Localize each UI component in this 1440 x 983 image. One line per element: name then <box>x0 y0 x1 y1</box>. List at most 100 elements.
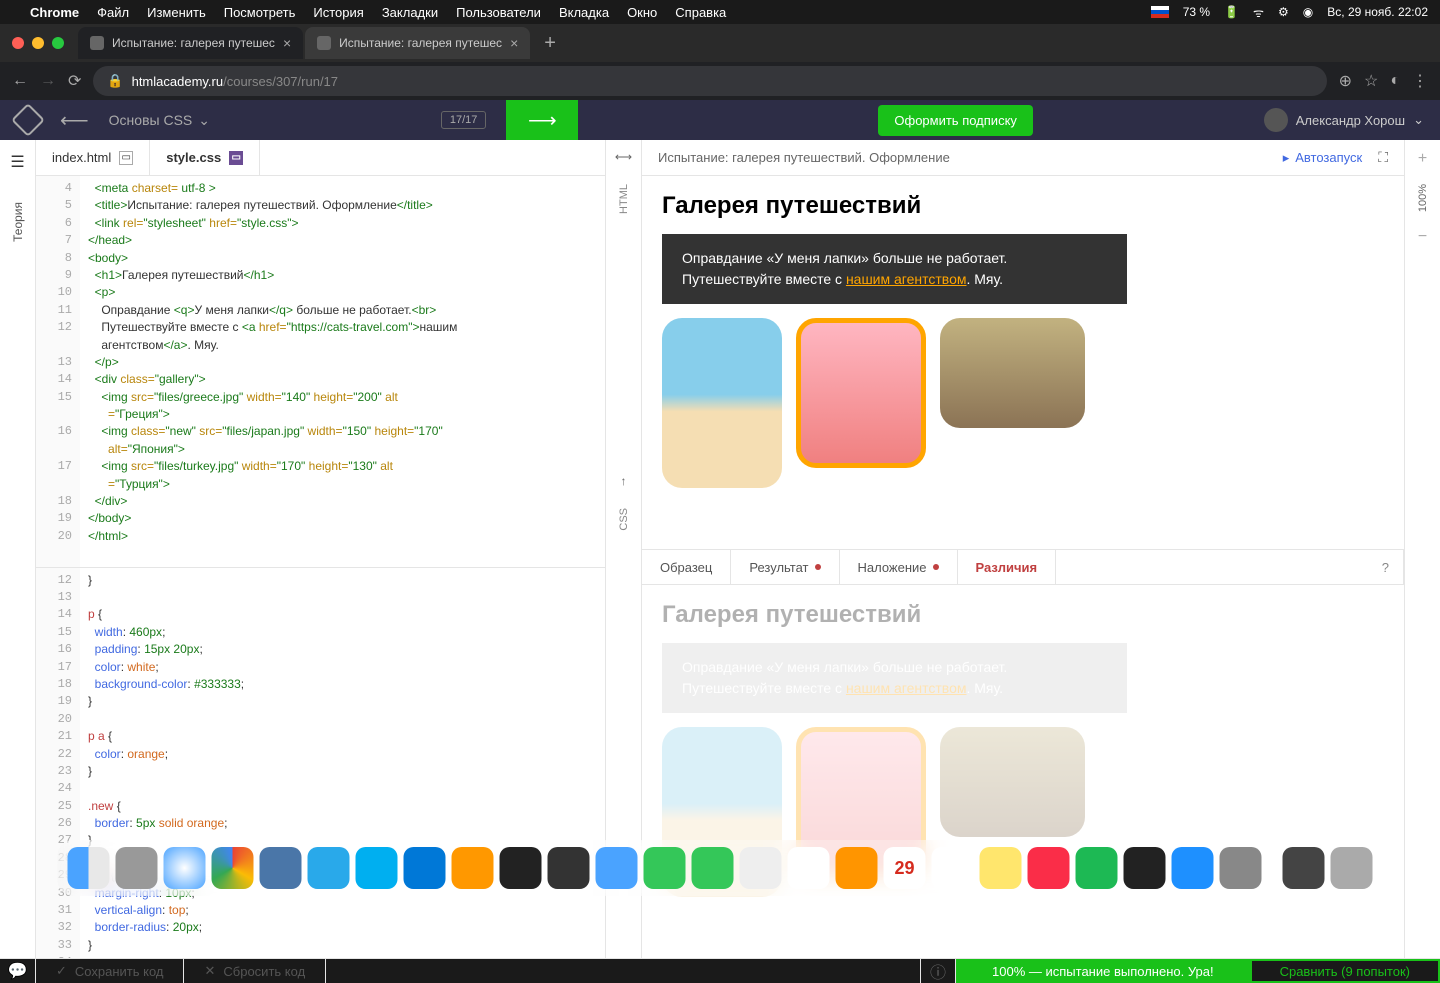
next-button[interactable]: ⟶ <box>506 100 578 140</box>
tab-title: Испытание: галерея путешес <box>339 36 502 50</box>
url-host: htmlacademy.ru <box>132 74 224 89</box>
new-tab-button[interactable]: + <box>532 32 568 55</box>
menu-file[interactable]: Файл <box>97 5 129 20</box>
menubar-app[interactable]: Chrome <box>30 5 79 20</box>
left-sidebar: ☰ Теория <box>0 140 36 958</box>
course-dropdown[interactable]: Основы CSS ⌄ <box>109 112 210 129</box>
arrow-up-icon[interactable]: ↑ <box>621 474 627 488</box>
code-content[interactable]: <meta charset= utf-8 > <title>Испытание:… <box>80 176 605 567</box>
terminal-icon[interactable] <box>500 847 542 889</box>
datetime[interactable]: Вс, 29 нояб. 22:02 <box>1327 5 1428 19</box>
profile-icon[interactable]: ◐ <box>1390 72 1400 90</box>
autorun-toggle[interactable]: ▸ Автозапуск <box>1283 150 1363 166</box>
status-dot-icon <box>815 564 821 570</box>
safari-icon[interactable] <box>164 847 206 889</box>
address-bar[interactable]: 🔒 htmlacademy.ru/courses/307/run/17 <box>93 66 1326 96</box>
figma-icon[interactable] <box>548 847 590 889</box>
zoom-icon[interactable]: ⊕ <box>1339 71 1352 91</box>
expand-icon[interactable]: ⛶ <box>1378 149 1388 166</box>
menu-window[interactable]: Окно <box>627 5 657 20</box>
info-icon[interactable]: ⓘ <box>920 959 956 983</box>
reset-button[interactable]: ✕Сбросить код <box>184 959 326 983</box>
tv-icon[interactable] <box>1124 847 1166 889</box>
star-icon[interactable]: ☆ <box>1364 71 1378 91</box>
music-icon[interactable] <box>1028 847 1070 889</box>
telegram-icon[interactable] <box>308 847 350 889</box>
split-icon[interactable]: ▭ <box>229 151 243 165</box>
close-tab-icon[interactable]: × <box>283 35 291 51</box>
photos-icon[interactable] <box>788 847 830 889</box>
split-icon[interactable]: ▭ <box>119 151 133 165</box>
launchpad-icon[interactable] <box>116 847 158 889</box>
menu-users[interactable]: Пользователи <box>456 5 541 20</box>
minus-icon[interactable]: − <box>1418 228 1427 246</box>
file-tab-css[interactable]: style.css ▭ <box>150 140 260 175</box>
menu-help[interactable]: Справка <box>675 5 726 20</box>
save-button[interactable]: ✓Сохранить код <box>36 959 184 983</box>
menu-icon[interactable]: ⋮ <box>1412 71 1428 91</box>
theory-tab[interactable]: Теория <box>11 202 25 242</box>
forward-icon[interactable]: → <box>40 72 56 90</box>
reminders-icon[interactable] <box>932 847 974 889</box>
maximize-window[interactable] <box>52 37 64 49</box>
tab-overlay[interactable]: Наложение <box>840 550 958 584</box>
notes-icon[interactable] <box>980 847 1022 889</box>
appstore-icon[interactable] <box>1172 847 1214 889</box>
htmlacademy-logo-icon[interactable] <box>11 103 45 137</box>
spotify-icon[interactable] <box>1076 847 1118 889</box>
banner-link[interactable]: нашим агентством <box>846 271 967 287</box>
plus-icon[interactable]: + <box>1418 150 1427 168</box>
subscribe-button[interactable]: Оформить подписку <box>878 105 1033 136</box>
menu-tab[interactable]: Вкладка <box>559 5 609 20</box>
vk-icon[interactable] <box>260 847 302 889</box>
trash-icon[interactable] <box>1331 847 1373 889</box>
vscode-icon[interactable] <box>404 847 446 889</box>
calendar-icon[interactable]: 29 <box>884 847 926 889</box>
gallery-image-turkey <box>940 318 1085 428</box>
battery-icon[interactable]: 🔋 <box>1224 5 1239 19</box>
sublime-icon[interactable] <box>452 847 494 889</box>
finder-icon[interactable] <box>68 847 110 889</box>
close-tab-icon[interactable]: × <box>510 35 518 51</box>
menu-edit[interactable]: Изменить <box>147 5 206 20</box>
chat-icon[interactable]: 💬 <box>0 959 36 983</box>
gallery-image-japan <box>796 318 926 468</box>
page-title: Галерея путешествий <box>662 192 1384 220</box>
messages-icon[interactable] <box>692 847 734 889</box>
menu-view[interactable]: Посмотреть <box>224 5 296 20</box>
menu-history[interactable]: История <box>313 5 363 20</box>
file-tab-html[interactable]: index.html ▭ <box>36 140 150 175</box>
resize-icon[interactable]: ⟷ <box>615 150 632 164</box>
books-icon[interactable] <box>836 847 878 889</box>
menu-icon[interactable]: ☰ <box>10 152 24 172</box>
siri-icon[interactable]: ◉ <box>1303 5 1313 19</box>
close-window[interactable] <box>12 37 24 49</box>
mail-icon[interactable] <box>596 847 638 889</box>
back-arrow-icon[interactable]: ⟵ <box>60 108 89 133</box>
control-center-icon[interactable]: ⚙ <box>1278 5 1289 19</box>
settings-icon[interactable] <box>1220 847 1262 889</box>
skype-icon[interactable] <box>356 847 398 889</box>
compare-button[interactable]: Сравнить (9 попыток) <box>1250 959 1440 983</box>
browser-tab-2[interactable]: Испытание: галерея путешес × <box>305 27 530 59</box>
preview-body: Галерея путешествий Оправдание «У меня л… <box>642 176 1404 549</box>
user-menu[interactable]: Александр Хорош ⌄ <box>1264 108 1424 132</box>
input-source-icon[interactable] <box>1151 6 1169 18</box>
minimize-window[interactable] <box>32 37 44 49</box>
facetime-icon[interactable] <box>644 847 686 889</box>
tab-diff[interactable]: Различия <box>958 550 1057 584</box>
maps-icon[interactable] <box>740 847 782 889</box>
wifi-icon[interactable]: ᯤ <box>1253 4 1264 21</box>
tab-result[interactable]: Результат <box>731 550 839 584</box>
tab-sample[interactable]: Образец <box>642 550 731 584</box>
help-button[interactable]: ? <box>1368 550 1404 584</box>
preview-tabs: Образец Результат Наложение Различия ? <box>642 549 1404 585</box>
reload-icon[interactable]: ⟳ <box>68 71 81 91</box>
browser-tab-1[interactable]: Испытание: галерея путешес × <box>78 27 303 59</box>
back-icon[interactable]: ← <box>12 72 28 90</box>
downloads-icon[interactable] <box>1283 847 1325 889</box>
chrome-icon[interactable] <box>212 847 254 889</box>
menu-bookmarks[interactable]: Закладки <box>382 5 438 20</box>
window-controls <box>12 37 64 49</box>
code-editor-html[interactable]: 4 5 6 7 8 9 10 11 12 13 14 15 16 17 18 1… <box>36 176 605 568</box>
